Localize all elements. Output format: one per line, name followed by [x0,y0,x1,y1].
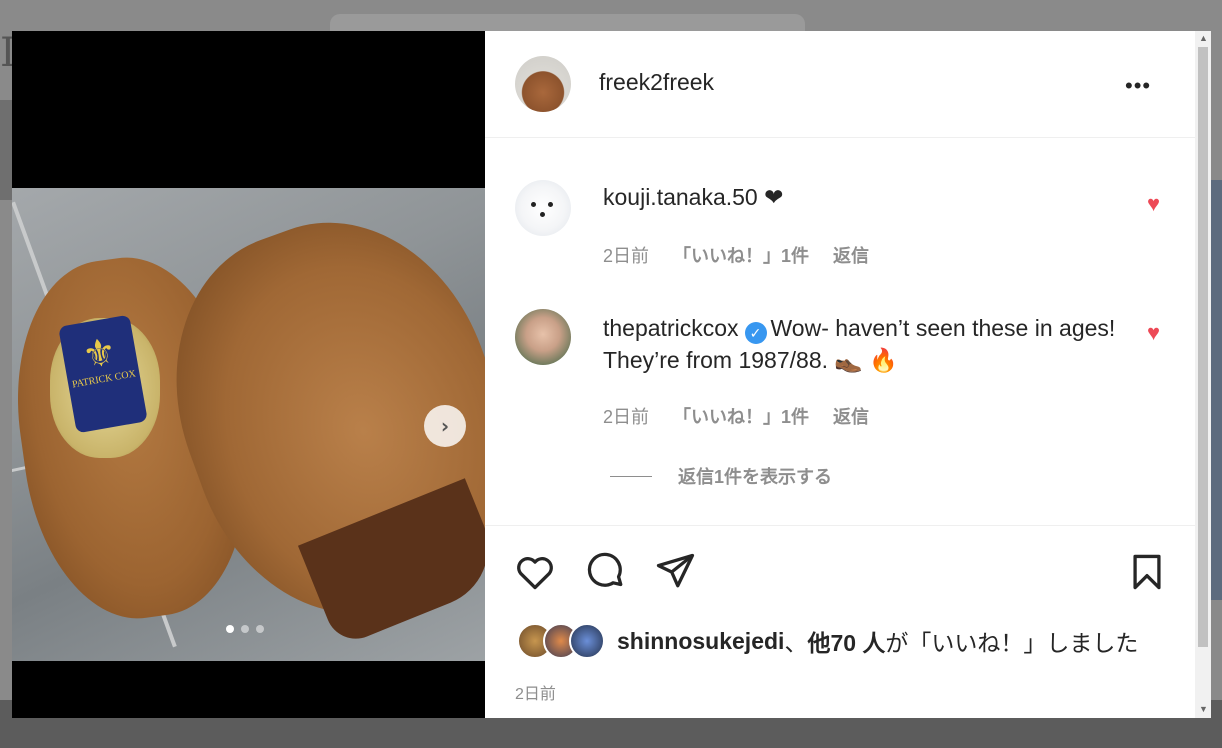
scrollbar-thumb[interactable] [1198,47,1208,647]
comment-text: ❤ [757,184,784,210]
commenter-avatar[interactable] [515,180,571,236]
comment-meta: 2日前 「いいね！」1件 返信 [603,403,869,429]
commenter-avatar[interactable] [515,309,571,365]
comment-body: kouji.tanaka.50 ❤ [603,184,783,211]
background-tile [0,100,12,200]
carousel-next-button[interactable]: › [424,405,466,447]
liker-avatar[interactable] [569,623,605,659]
author-username[interactable]: freek2freek [599,69,714,96]
carousel-dot[interactable] [256,625,264,633]
liker-username[interactable]: shinnosukejedi [617,628,784,655]
likes-suffix: が「いいね！」しました [885,630,1139,656]
scroll-down-arrow-icon[interactable]: ▼ [1199,704,1208,714]
view-replies-button[interactable]: 返信1件を表示する [610,463,832,489]
likes-separator: 、 [784,630,808,656]
comment-time[interactable]: 2日前 [603,403,649,429]
comment-button[interactable] [583,550,627,594]
comment-like-heart-icon[interactable]: ♥ [1147,320,1160,346]
carousel-dot[interactable] [241,625,249,633]
comments-list: kouji.tanaka.50 ❤ 2日前 「いいね！」1件 返信 ♥ thep… [485,138,1195,526]
view-replies-label: 返信1件を表示する [678,467,833,487]
comment-time[interactable]: 2日前 [603,242,649,268]
post-media: ⚜ PATRICK COX › [12,31,485,718]
heart-outline-icon [517,557,553,590]
like-button[interactable] [513,550,557,594]
post-modal: ⚜ PATRICK COX › freek2freek ••• kouji.ta… [12,31,1195,718]
save-button[interactable] [1125,550,1169,594]
comment-reply-button[interactable]: 返信 [833,242,869,268]
comment-body: thepatrickcox ✓ Wow- haven’t seen these in… [603,312,1123,376]
more-dots-icon: ••• [1125,73,1152,98]
carousel-dot[interactable] [226,625,234,633]
likes-others-count[interactable]: 他70 人 [807,624,885,658]
verified-badge-icon: ✓ [744,322,767,344]
divider-line [610,475,652,477]
panel-scrollbar[interactable]: ▲ ▼ [1195,31,1211,718]
comment-bubble-icon [587,552,623,587]
bookmark-icon [1133,554,1161,590]
scroll-up-arrow-icon[interactable]: ▲ [1199,33,1208,43]
comment-like-heart-icon[interactable]: ♥ [1147,191,1160,217]
more-options-button[interactable]: ••• [1125,73,1151,99]
likes-summary: shinnosukejedi、他70 人が「いいね！」しました [517,623,1138,659]
post-timestamp[interactable]: 2日前 [515,680,556,704]
post-header: freek2freek ••• [485,31,1195,138]
post-photo: ⚜ PATRICK COX [12,188,485,661]
comment-likes-count[interactable]: 「いいね！」1件 [673,242,809,268]
post-actions-bar [485,526,1195,616]
comment-username[interactable]: kouji.tanaka.50 [603,184,758,210]
carousel-dots [226,625,264,633]
comment-meta: 2日前 「いいね！」1件 返信 [603,242,869,268]
chevron-right-icon: › [440,414,450,438]
comment-username[interactable]: thepatrickcox [603,315,739,341]
author-avatar[interactable] [515,56,571,112]
share-button[interactable] [653,550,697,594]
post-side-panel: freek2freek ••• kouji.tanaka.50 ❤ 2日前 「い… [485,31,1195,718]
background-tile [1210,180,1222,600]
paper-plane-icon [656,553,695,588]
comment-reply-button[interactable]: 返信 [833,403,869,429]
comment-likes-count[interactable]: 「いいね！」1件 [673,403,809,429]
